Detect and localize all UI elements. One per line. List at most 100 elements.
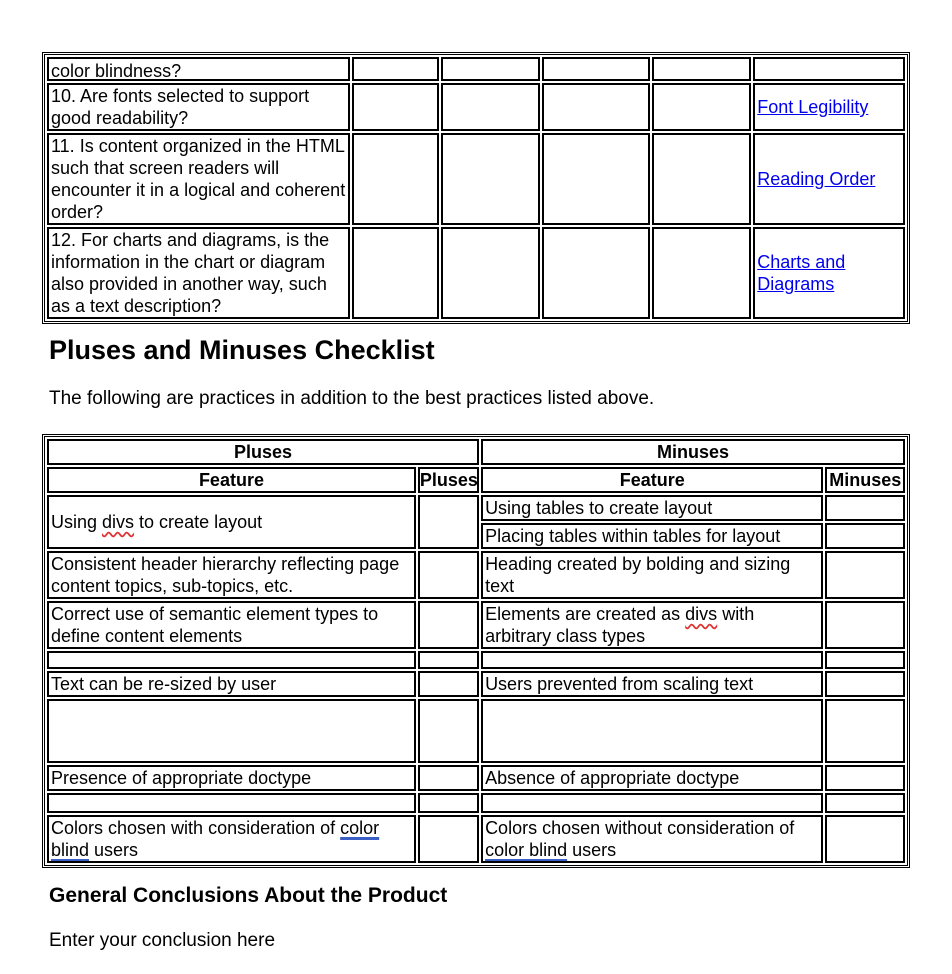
answer-cell[interactable] [541,133,650,225]
minus-score-cell[interactable] [825,765,905,791]
plus-score-cell[interactable] [417,495,480,549]
pluses-group-header: Pluses [47,439,480,465]
feature-text: Using tables to create layout [485,498,713,518]
best-practices-table: color blindness? 10. Are fonts selected … [42,52,910,324]
plus-score-cell[interactable] [417,551,480,599]
feature-text: Text can be re-sized by user [51,674,277,694]
section-heading: Pluses and Minuses Checklist [49,335,435,365]
flagged-word: divs [102,512,135,532]
answer-cell[interactable] [440,83,540,131]
flagged-word: color blind [485,840,568,860]
conclusion-text-field[interactable]: Enter your conclusion here [49,930,275,952]
question-text: 12. For charts and diagrams, is the info… [51,230,330,316]
feature-text: Colors chosen with consideration of [51,818,341,838]
table-row: Consistent header hierarchy reflecting p… [47,551,905,599]
minus-score-cell[interactable] [825,671,905,697]
table-row: Colors chosen with consideration of colo… [47,815,905,863]
answer-cell[interactable] [352,227,439,319]
plus-score-cell[interactable] [417,601,480,649]
answer-cell[interactable] [651,133,752,225]
feature-text: Placing tables within tables for layout [485,526,781,546]
feature-text: users [89,840,139,860]
question-cell: 12. For charts and diagrams, is the info… [47,227,351,319]
feature-text: users [567,840,617,860]
question-text: color blindness? [51,61,182,81]
answer-cell[interactable] [352,133,439,225]
question-cell: color blindness? [47,57,351,81]
minus-score-cell[interactable] [825,699,905,763]
answer-cell[interactable] [651,227,752,319]
table-row: Using divs to create layout Using tables … [47,495,905,549]
minus-score-cell[interactable] [825,651,905,669]
plus-feature-cell: Correct use of semantic element types to… [47,601,416,649]
minus-feature-cell: Users prevented from scaling text [481,671,824,697]
pluses-minuses-body: Using divs to create layout Using tables … [47,495,905,863]
minuses-group-header: Minuses [481,439,905,465]
plus-score-cell[interactable] [417,815,480,863]
minus-score-cell[interactable] [825,815,905,863]
answer-cell[interactable] [440,57,540,81]
reading-order-link[interactable]: Reading Order [757,169,875,189]
minus-feature-cell [481,793,824,813]
plus-feature-cell: Using divs to create layout [47,495,416,549]
table-row: 11. Is content organized in the HTML suc… [47,133,905,225]
feature-text: Users prevented from scaling text [485,674,754,694]
table-row: color blindness? [47,57,905,81]
plus-feature-cell [47,699,416,763]
answer-cell[interactable] [440,227,540,319]
feature-text: Using [51,512,103,532]
feature-text: Presence of appropriate doctype [51,768,312,788]
question-cell: 11. Is content organized in the HTML suc… [47,133,351,225]
question-cell: 10. Are fonts selected to support good r… [47,83,351,131]
feature-text: Colors chosen without consideration of [485,818,795,838]
plus-score-cell[interactable] [417,765,480,791]
flagged-word: divs [685,604,718,624]
minus-feature-header: Feature [481,467,824,493]
charts-and-diagrams-link[interactable]: Charts and Diagrams [757,252,845,294]
feature-text: Absence of appropriate doctype [485,768,740,788]
question-text: 10. Are fonts selected to support good r… [51,86,310,128]
feature-text: to create layout [134,512,263,532]
answer-cell[interactable] [651,57,752,81]
table-row: 10. Are fonts selected to support good r… [47,83,905,131]
group-header-row: Pluses Minuses [47,439,905,465]
minus-score-cell[interactable] [825,523,905,549]
answer-cell[interactable] [352,57,439,81]
minus-score-cell[interactable] [825,793,905,813]
plus-score-cell[interactable] [417,699,480,763]
minus-score-cell[interactable] [825,551,905,599]
plus-score-header: Pluses [417,467,480,493]
plus-score-cell[interactable] [417,671,480,697]
answer-cell[interactable] [440,133,540,225]
feature-text: Elements are created as [485,604,686,624]
plus-feature-header: Feature [47,467,416,493]
plus-score-cell[interactable] [417,651,480,669]
table-row: Presence of appropriate doctype Absence o… [47,765,905,791]
feature-text: Heading created by bolding and sizing te… [485,554,791,596]
minus-feature-cell: Using tables to create layout [481,495,824,521]
answer-cell[interactable] [541,83,650,131]
minus-feature-cell: Placing tables within tables for layout [481,523,824,549]
table-row [47,651,905,669]
answer-cell[interactable] [651,83,752,131]
answer-cell[interactable] [541,227,650,319]
minus-feature-cell: Elements are created as divs with arbitr… [481,601,824,649]
answer-cell[interactable] [541,57,650,81]
plus-feature-cell: Text can be re-sized by user [47,671,416,697]
font-legibility-link[interactable]: Font Legibility [757,97,868,117]
conclusions-heading: General Conclusions About the Product [49,884,448,907]
column-header-row: Feature Pluses Feature Minuses [47,467,905,493]
reference-cell: Font Legibility [753,83,905,131]
answer-cell[interactable] [352,83,439,131]
minus-score-cell[interactable] [825,601,905,649]
reference-cell: Reading Order [753,133,905,225]
plus-feature-cell [47,793,416,813]
table-row: Correct use of semantic element types to… [47,601,905,649]
plus-feature-cell: Consistent header hierarchy reflecting p… [47,551,416,599]
pluses-minuses-table: Pluses Minuses Feature Pluses Feature Mi… [42,434,910,868]
minus-feature-cell [481,651,824,669]
question-text: 11. Is content organized in the HTML suc… [51,136,346,222]
reference-cell: Charts and Diagrams [753,227,905,319]
plus-score-cell[interactable] [417,793,480,813]
minus-score-cell[interactable] [825,495,905,521]
